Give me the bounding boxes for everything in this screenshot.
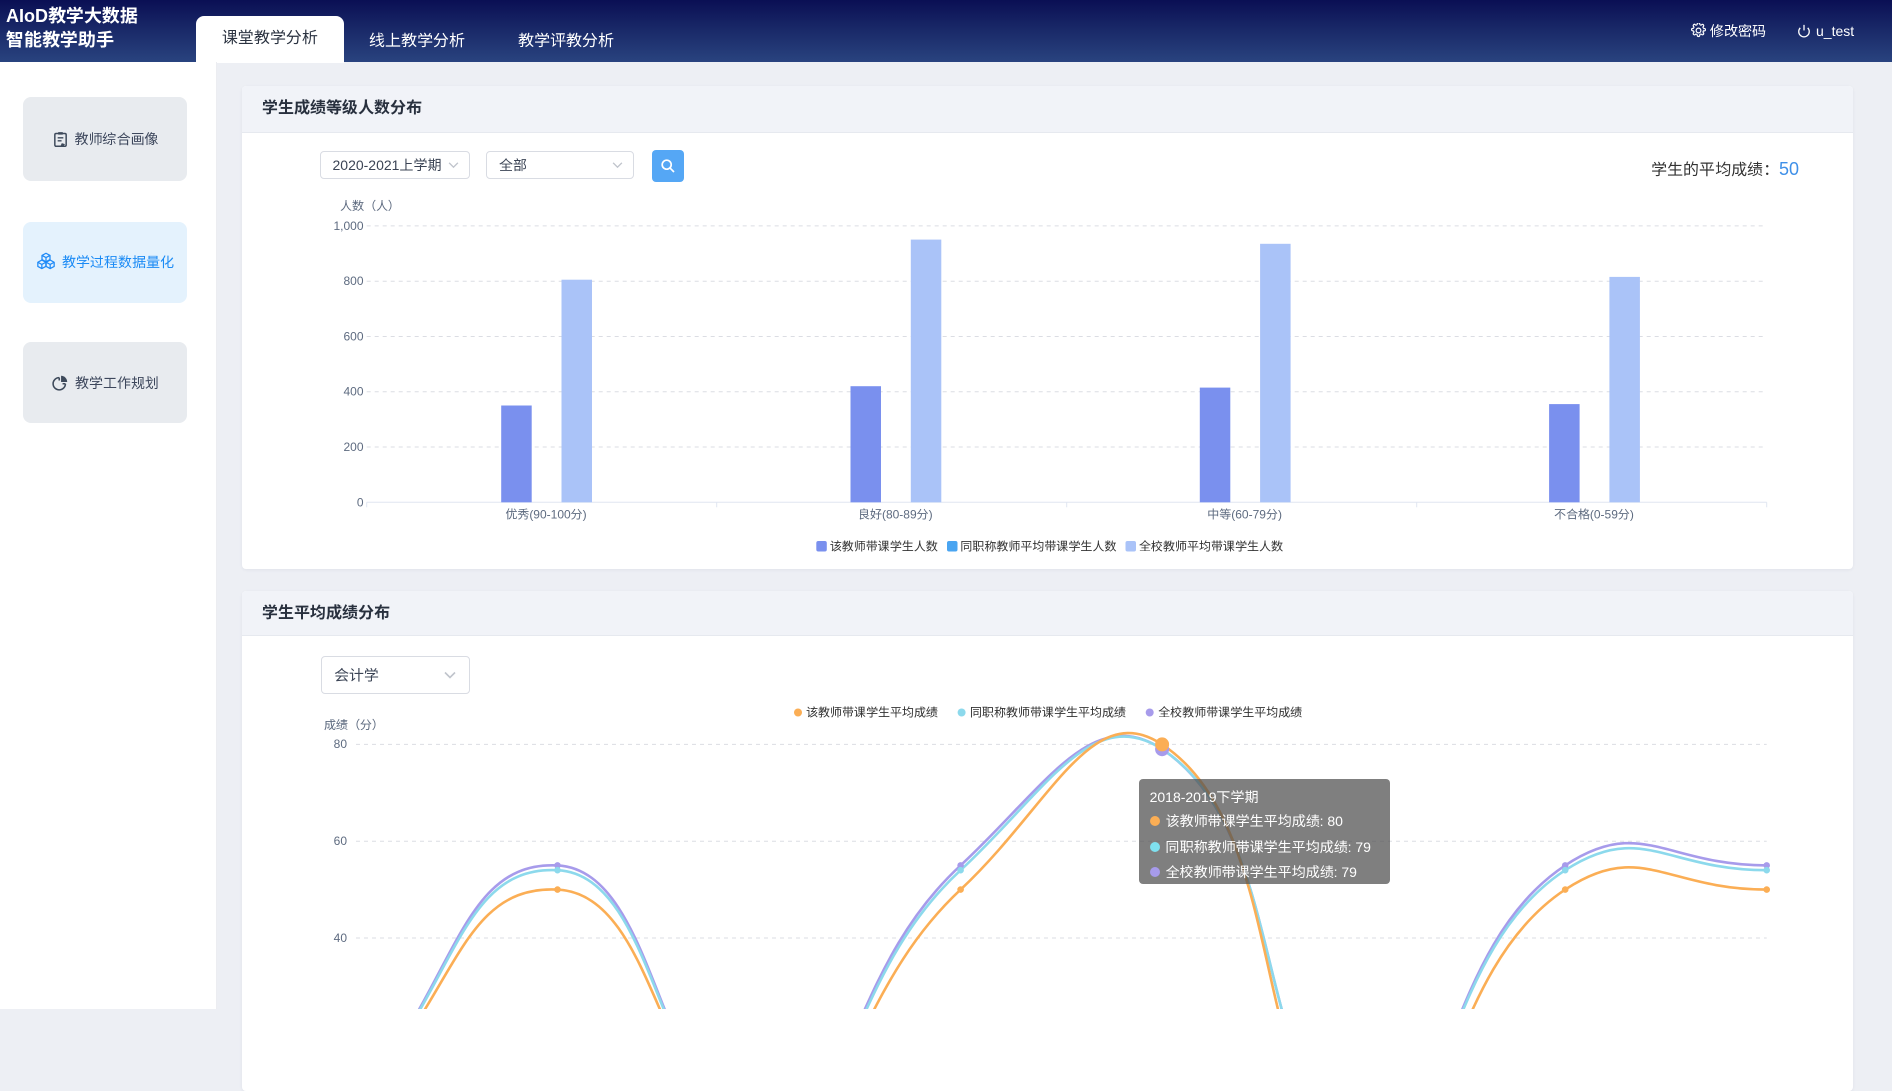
svg-text:全校教师平均带课学生人数: 全校教师平均带课学生人数 bbox=[1139, 540, 1283, 554]
svg-text:不合格(0-59分): 不合格(0-59分) bbox=[1554, 508, 1634, 522]
svg-text:成绩（分）: 成绩（分） bbox=[324, 718, 384, 732]
svg-text:该教师带课学生人数: 该教师带课学生人数 bbox=[830, 540, 938, 554]
svg-text:40: 40 bbox=[334, 931, 348, 945]
svg-text:400: 400 bbox=[343, 385, 363, 399]
svg-text:全校教师带课学生平均成绩: 全校教师带课学生平均成绩 bbox=[1158, 706, 1302, 720]
svg-text:同职称教师平均带课学生人数: 同职称教师平均带课学生人数 bbox=[960, 540, 1116, 554]
svg-text:中等(60-79分): 中等(60-79分) bbox=[1207, 508, 1282, 522]
svg-text:600: 600 bbox=[343, 330, 363, 344]
svg-text:80: 80 bbox=[334, 737, 348, 751]
svg-text:0: 0 bbox=[357, 495, 364, 509]
svg-text:人数（人）: 人数（人） bbox=[340, 199, 400, 213]
svg-text:该教师带课学生平均成绩: 该教师带课学生平均成绩 bbox=[806, 706, 938, 720]
svg-text:60: 60 bbox=[334, 834, 348, 848]
svg-text:800: 800 bbox=[343, 274, 363, 288]
svg-text:优秀(90-100分): 优秀(90-100分) bbox=[505, 508, 586, 522]
svg-text:1,000: 1,000 bbox=[333, 219, 363, 233]
svg-text:同职称教师带课学生平均成绩: 同职称教师带课学生平均成绩 bbox=[970, 706, 1126, 720]
svg-text:200: 200 bbox=[343, 440, 363, 454]
svg-text:良好(80-89分): 良好(80-89分) bbox=[858, 508, 933, 522]
